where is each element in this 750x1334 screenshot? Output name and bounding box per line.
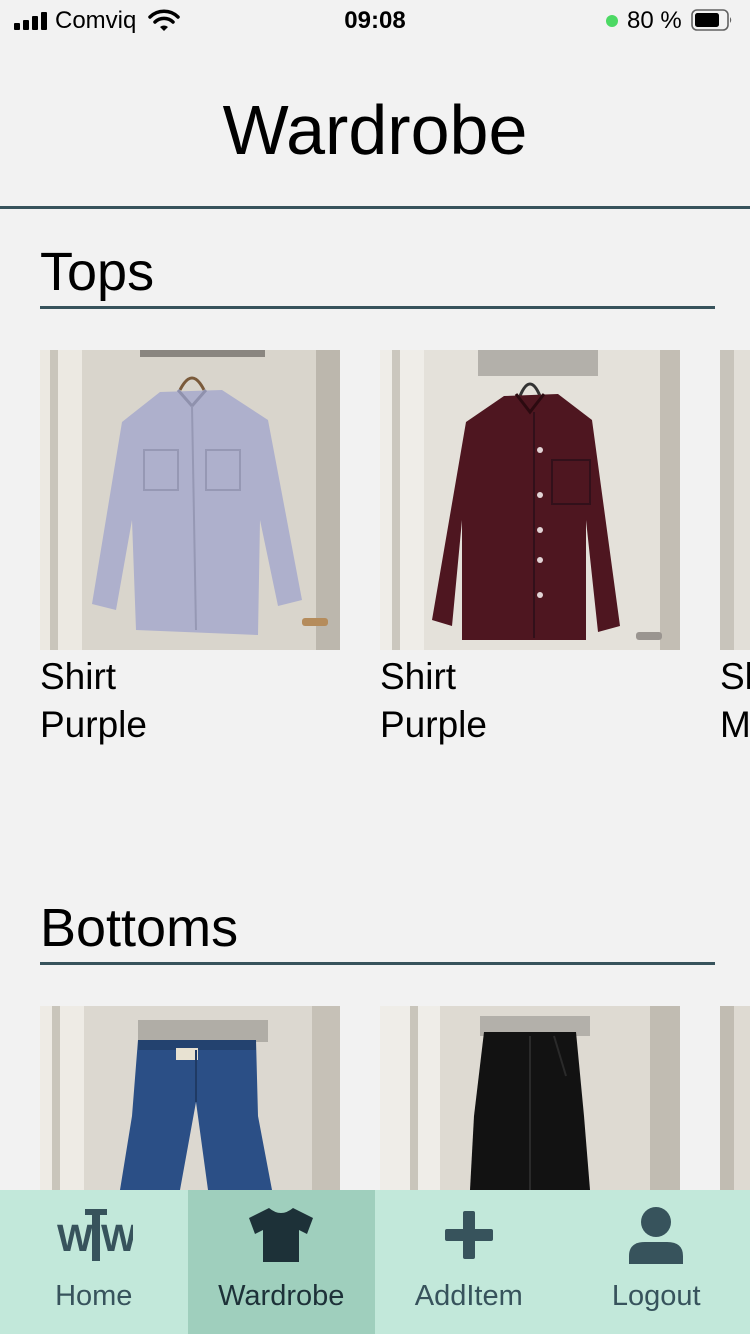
battery-percent: 80 % <box>627 7 682 34</box>
status-bar: Comviq 09:08 80 % <box>0 0 750 44</box>
section-title-bottoms: Bottoms <box>40 898 239 958</box>
wardrobe-item[interactable] <box>720 1006 750 1190</box>
tab-bar: W W Home Wardrobe AddItem Logout <box>0 1190 750 1334</box>
user-icon <box>563 1204 750 1266</box>
shirt-photo <box>40 350 340 650</box>
battery-icon <box>691 9 732 31</box>
tab-home[interactable]: W W Home <box>0 1190 188 1334</box>
tab-logout[interactable]: Logout <box>563 1190 750 1334</box>
item-type: Shirt <box>380 656 457 697</box>
svg-text:W: W <box>101 1218 133 1260</box>
plus-icon <box>375 1204 563 1266</box>
item-color: M <box>720 704 750 745</box>
item-color: Purple <box>380 704 487 745</box>
shirt-photo <box>720 350 750 650</box>
item-type: Shirt <box>40 656 117 697</box>
tab-label: Logout <box>611 1280 701 1312</box>
page-title: Wardrobe <box>222 91 528 169</box>
tshirt-icon <box>188 1204 376 1266</box>
wardrobe-item[interactable] <box>380 1006 680 1190</box>
pants-photo <box>720 1006 750 1190</box>
tab-label: AddItem <box>414 1280 523 1312</box>
shirt-photo <box>380 350 680 650</box>
activity-dot-icon <box>606 15 618 27</box>
section-title-tops: Tops <box>40 242 155 302</box>
tab-wardrobe[interactable]: Wardrobe <box>187 1190 376 1334</box>
jeans-photo <box>40 1006 340 1190</box>
header-divider <box>0 206 750 209</box>
section-divider <box>40 962 715 965</box>
wardrobe-item[interactable]: Shirt Purple <box>40 350 340 749</box>
wardrobe-item[interactable]: Shirt Purple <box>380 350 680 749</box>
section-divider <box>40 306 715 309</box>
wardrobe-item[interactable] <box>40 1006 340 1190</box>
wardrobe-screen: Comviq 09:08 80 % Wardrobe Tops Shirt Pu… <box>0 0 750 1334</box>
svg-text:W: W <box>57 1218 93 1260</box>
tab-label: Wardrobe <box>218 1280 345 1312</box>
pants-photo <box>380 1006 680 1190</box>
wardrobe-item[interactable]: Sh M <box>720 350 750 749</box>
wtw-logo-icon: W W <box>0 1204 188 1266</box>
tab-label: Home <box>55 1280 133 1312</box>
item-color: Purple <box>40 704 147 745</box>
item-type: Sh <box>720 656 750 697</box>
tab-additem[interactable]: AddItem <box>375 1190 563 1334</box>
